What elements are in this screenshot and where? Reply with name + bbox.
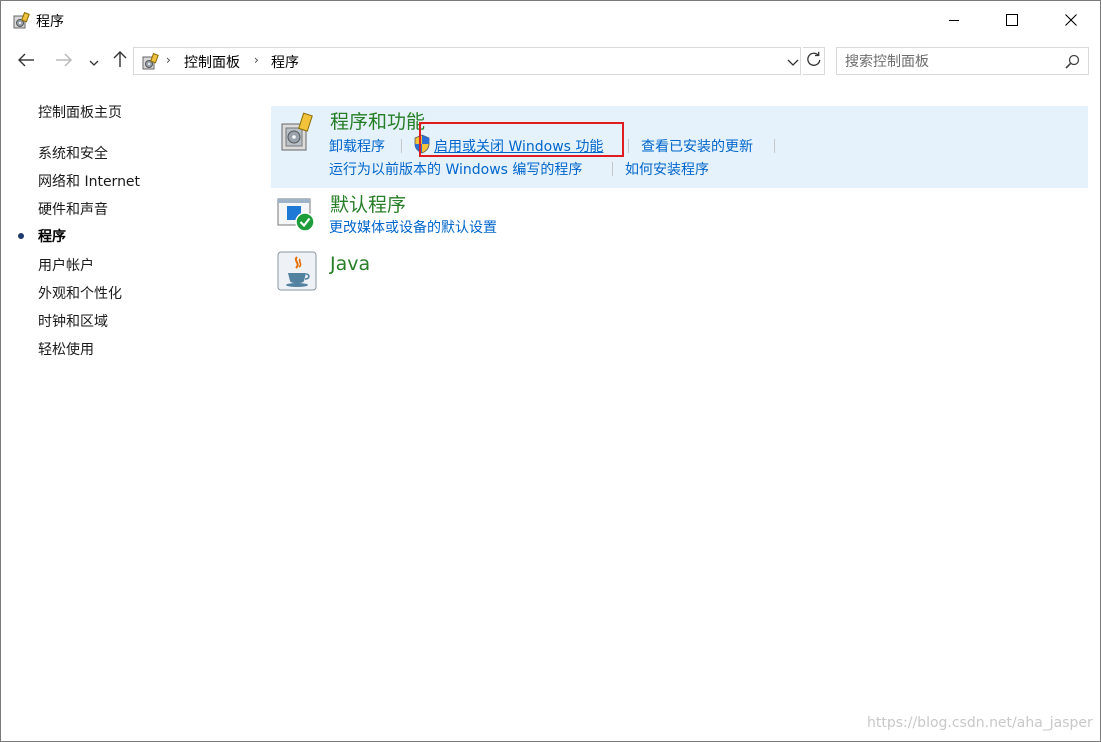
watermark-text: https://blog.csdn.net/aha_jasper — [867, 715, 1093, 731]
chevron-down-icon — [89, 52, 99, 71]
title-bar: 程序 — [1, 1, 1100, 39]
link-view-installed-updates[interactable]: 查看已安装的更新 — [641, 136, 753, 156]
sidebar-item-system-security[interactable]: 系统和安全 — [38, 143, 108, 163]
chevron-right-icon[interactable]: › — [254, 53, 259, 67]
category-title-programs-features[interactable]: 程序和功能 — [330, 107, 425, 134]
link-divider — [612, 162, 613, 176]
recent-locations-button[interactable] — [84, 51, 104, 71]
search-icon[interactable] — [1065, 54, 1080, 73]
search-box — [836, 47, 1089, 75]
close-icon — [1065, 14, 1077, 26]
sidebar-item-programs[interactable]: 程序 — [38, 226, 66, 246]
link-change-media-defaults[interactable]: 更改媒体或设备的默认设置 — [329, 217, 497, 237]
window-title: 程序 — [36, 14, 64, 30]
breadcrumb-control-panel[interactable]: 控制面板 — [184, 52, 240, 72]
link-how-to-install[interactable]: 如何安装程序 — [625, 159, 709, 179]
refresh-icon — [806, 51, 822, 71]
category-java: Java — [271, 244, 1088, 296]
sidebar-item-control-panel-home[interactable]: 控制面板主页 — [38, 102, 122, 122]
category-title-java[interactable]: Java — [330, 253, 370, 275]
address-toolbar: › 控制面板 › 程序 — [1, 41, 1100, 79]
sidebar-item-hardware-sound[interactable]: 硬件和声音 — [38, 199, 108, 219]
forward-button[interactable] — [53, 51, 75, 71]
sidebar-item-clock-region[interactable]: 时钟和区域 — [38, 311, 108, 331]
control-panel-programs-icon — [141, 52, 159, 71]
sidebar-item-appearance[interactable]: 外观和个性化 — [38, 283, 122, 303]
chevron-down-icon — [787, 52, 799, 71]
link-uninstall-program[interactable]: 卸载程序 — [329, 136, 385, 156]
chevron-right-icon[interactable]: › — [166, 53, 171, 67]
category-title-default-programs[interactable]: 默认程序 — [330, 190, 406, 217]
link-run-older-programs[interactable]: 运行为以前版本的 Windows 编写的程序 — [329, 159, 582, 179]
programs-features-icon[interactable] — [277, 112, 317, 158]
category-default-programs: 默认程序 更改媒体或设备的默认设置 — [271, 188, 1088, 244]
link-divider — [774, 139, 775, 153]
maximize-icon — [1006, 14, 1018, 26]
sidebar-item-ease-of-access[interactable]: 轻松使用 — [38, 339, 94, 359]
address-bar[interactable]: › 控制面板 › 程序 — [133, 47, 801, 75]
category-programs-features: 程序和功能 卸载程序 启用或关闭 Windows 功能 查看已安装的更新 运行为… — [271, 106, 1088, 188]
java-icon[interactable] — [277, 251, 317, 297]
annotation-highlight-box — [419, 122, 624, 157]
breadcrumb-programs[interactable]: 程序 — [271, 52, 299, 72]
forward-arrow-icon — [55, 52, 73, 71]
back-arrow-icon — [17, 52, 35, 71]
sidebar-item-network-internet[interactable]: 网络和 Internet — [38, 171, 140, 191]
back-button[interactable] — [15, 51, 37, 71]
address-dropdown-button[interactable] — [783, 47, 803, 75]
control-panel-window: 程序 › 控制面板 › 程序 搜索控制面板 控制面板主页 系统和安全 网络和 I… — [0, 0, 1101, 742]
sidebar-item-user-accounts[interactable]: 用户帐户 — [38, 255, 94, 275]
default-programs-icon[interactable] — [277, 196, 317, 238]
active-bullet-icon — [18, 233, 24, 239]
refresh-button[interactable] — [803, 47, 825, 75]
close-button[interactable] — [1042, 1, 1100, 39]
search-input[interactable] — [845, 52, 1045, 72]
up-button[interactable] — [109, 51, 131, 71]
link-divider — [401, 139, 402, 153]
minimize-button[interactable] — [925, 1, 983, 39]
minimize-icon — [948, 14, 960, 26]
control-panel-programs-icon — [12, 11, 30, 30]
up-arrow-icon — [113, 50, 127, 72]
maximize-button[interactable] — [983, 1, 1041, 39]
link-divider — [628, 139, 629, 153]
